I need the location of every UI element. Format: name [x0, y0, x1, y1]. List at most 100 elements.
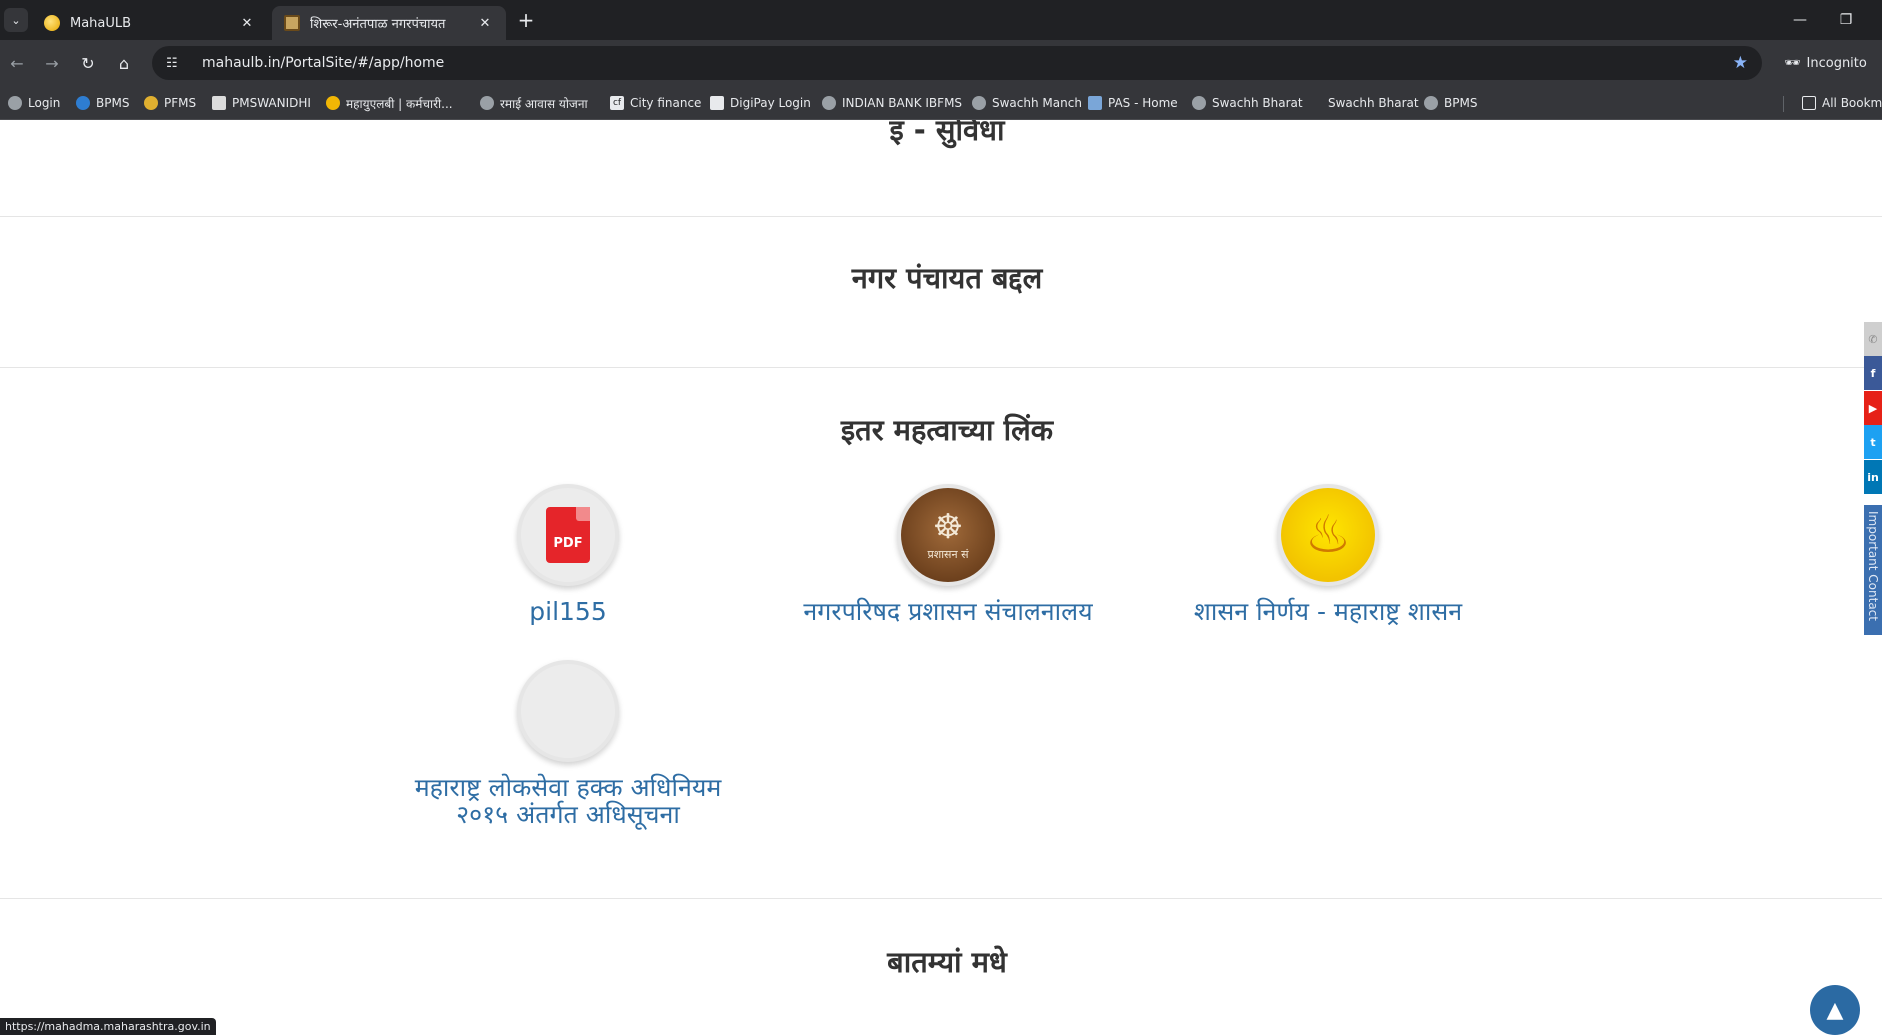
- bookmark-bpms-2[interactable]: BPMS: [1424, 94, 1477, 112]
- bookmark-label: रमाई आवास योजना: [500, 96, 588, 111]
- close-icon[interactable]: ✕: [238, 14, 256, 32]
- reload-button[interactable]: ↻: [76, 51, 100, 75]
- link-card-directorate-municipal-admin[interactable]: ☸ प्रशासन सं नगरपरिषद प्रशासन संचालनालय: [748, 484, 1148, 625]
- incognito-indicator[interactable]: 🕶 Incognito: [1776, 48, 1876, 78]
- link-status-bar: https://mahadma.maharashtra.gov.in: [0, 1018, 216, 1035]
- restore-button[interactable]: ❐: [1826, 8, 1866, 32]
- section-title-important-links: इतर महत्वाच्या लिंक: [840, 413, 1054, 447]
- tab-strip: ⌄ MahaULB ✕ शिरूर-अनंतपाळ नगरपंचायत ✕ + …: [0, 0, 1882, 40]
- blank-image-icon[interactable]: [517, 660, 619, 762]
- bookmark-swachh-manch[interactable]: Swachh Manch: [972, 94, 1082, 112]
- bookmark-ramai-awas[interactable]: रमाई आवास योजना: [480, 94, 588, 112]
- globe-icon: [822, 96, 836, 110]
- link-card-govt-resolutions[interactable]: ♨ शासन निर्णय - महाराष्ट्र शासन: [1128, 484, 1528, 625]
- bookmark-label: BPMS: [96, 96, 130, 110]
- site-info-icon[interactable]: ☷: [166, 56, 186, 71]
- linkedin-icon[interactable]: in: [1864, 460, 1882, 494]
- bookmark-digipay[interactable]: DigiPay Login: [710, 94, 811, 112]
- bookmark-label: Swachh Bharat: [1212, 96, 1303, 110]
- emblem-icon: [144, 96, 158, 110]
- globe-icon: [972, 96, 986, 110]
- bookmark-label: DigiPay Login: [730, 96, 811, 110]
- bookmark-mahaulb-staff[interactable]: महायुएलबी | कर्मचारी...: [326, 94, 453, 112]
- incognito-label: Incognito: [1806, 55, 1867, 71]
- section-title-news: बातम्यां मधे: [887, 945, 1007, 979]
- state-emblem-icon: ☸ प्रशासन सं: [901, 488, 995, 582]
- link-card-pil155[interactable]: PDF pil155: [408, 484, 728, 625]
- bookmark-label: City finance: [630, 96, 702, 110]
- bookmarks-bar: Login BPMS PFMS PMSWANIDHI महायुएलबी | क…: [0, 86, 1882, 120]
- tab-shirur-anantpal[interactable]: शिरूर-अनंतपाळ नगरपंचायत ✕: [272, 6, 506, 40]
- minimize-button[interactable]: —: [1780, 8, 1820, 32]
- cf-icon: cf: [610, 96, 624, 110]
- lion-capital-glyph: ☸: [932, 506, 964, 547]
- pdf-icon-text: PDF: [553, 536, 583, 551]
- bookmark-indian-bank[interactable]: INDIAN BANK IBFMS: [822, 94, 962, 112]
- link-icon-circle[interactable]: ☸ प्रशासन सं: [897, 484, 999, 586]
- globe-icon: [76, 96, 90, 110]
- bookmark-label: BPMS: [1444, 96, 1478, 110]
- lamp-icon: ♨: [1281, 488, 1375, 582]
- globe-icon: [480, 96, 494, 110]
- bookmark-pmswanidhi[interactable]: PMSWANIDHI: [212, 94, 311, 112]
- page-content: इ - सुविधा नगर पंचायत बद्दल इतर महत्वाच्…: [0, 120, 1882, 1035]
- bookmark-label: PAS - Home: [1108, 96, 1178, 110]
- section-title-eservices: इ - सुविधा: [889, 120, 1005, 147]
- chevron-up-icon: ▲: [1826, 997, 1844, 1023]
- twitter-icon[interactable]: t: [1864, 425, 1882, 459]
- site-seal-icon: [284, 15, 300, 31]
- link-icon-circle[interactable]: PDF: [517, 484, 619, 586]
- bookmark-bpms[interactable]: BPMS: [76, 94, 129, 112]
- coin-icon: [326, 96, 340, 110]
- globe-icon: [1192, 96, 1206, 110]
- link-label[interactable]: महाराष्ट्र लोकसेवा हक्क अधिनियम २०१५ अंत…: [398, 774, 738, 828]
- bookmark-label: Swachh Bharat: [1328, 96, 1419, 110]
- address-text: mahaulb.in/PortalSite/#/app/home: [202, 55, 445, 71]
- home-button[interactable]: ⌂: [112, 51, 136, 75]
- pdf-icon: PDF: [546, 507, 590, 563]
- coin-icon: [44, 15, 60, 31]
- folder-icon: [1802, 96, 1816, 110]
- bookmark-swachh-bharat-2[interactable]: Swachh Bharat: [1308, 94, 1419, 112]
- incognito-icon: 🕶: [1784, 55, 1801, 71]
- digipay-icon: [710, 96, 724, 110]
- section-divider: [0, 898, 1882, 899]
- close-icon[interactable]: ✕: [476, 14, 494, 32]
- new-tab-button[interactable]: +: [514, 8, 538, 32]
- important-contact-tab[interactable]: Important Contact: [1864, 505, 1882, 635]
- link-label[interactable]: शासन निर्णय - महाराष्ट्र शासन: [1128, 598, 1528, 625]
- phone-icon[interactable]: ✆: [1864, 322, 1882, 356]
- bookmark-label: INDIAN BANK IBFMS: [842, 96, 963, 110]
- bookmark-pfms[interactable]: PFMS: [144, 94, 196, 112]
- tab-search-button[interactable]: ⌄: [4, 8, 28, 32]
- link-label[interactable]: नगरपरिषद प्रशासन संचालनालय: [748, 598, 1148, 625]
- link-label[interactable]: pil155: [408, 598, 728, 625]
- address-bar[interactable]: ☷ mahaulb.in/PortalSite/#/app/home ★: [152, 46, 1762, 80]
- pm-icon: [212, 96, 226, 110]
- bookmark-label: Login: [28, 96, 61, 110]
- bookmark-label: महायुएलबी | कर्मचारी...: [346, 96, 453, 111]
- bookmark-pas-home[interactable]: PAS - Home: [1088, 94, 1178, 112]
- all-bookmarks[interactable]: All Bookma: [1802, 94, 1882, 112]
- facebook-icon[interactable]: f: [1864, 356, 1882, 390]
- back-button[interactable]: ←: [5, 51, 29, 75]
- tab-mahaulb[interactable]: MahaULB ✕: [32, 6, 268, 40]
- scroll-to-top-button[interactable]: ▲: [1810, 985, 1860, 1035]
- bookmark-login[interactable]: Login: [8, 94, 60, 112]
- bookmark-city-finance[interactable]: cf City finance: [610, 94, 701, 112]
- bookmark-star-icon[interactable]: ★: [1733, 53, 1748, 73]
- tab-title: शिरूर-अनंतपाळ नगरपंचायत: [310, 17, 446, 32]
- section-title-about: नगर पंचायत बद्दल: [851, 261, 1043, 295]
- link-icon-circle[interactable]: ♨: [1277, 484, 1379, 586]
- bookmarks-divider: [1783, 96, 1784, 112]
- pas-icon: [1088, 96, 1102, 110]
- globe-icon: [1424, 96, 1438, 110]
- bookmark-label: All Bookma: [1822, 96, 1882, 110]
- forward-button[interactable]: →: [40, 51, 64, 75]
- link-card-public-services-act[interactable]: महाराष्ट्र लोकसेवा हक्क अधिनियम २०१५ अंत…: [398, 660, 738, 828]
- youtube-icon[interactable]: ▶: [1864, 391, 1882, 425]
- tab-title: MahaULB: [70, 15, 132, 31]
- bookmark-label: PMSWANIDHI: [232, 96, 311, 110]
- browser-toolbar: ← → ↻ ⌂ ☷ mahaulb.in/PortalSite/#/app/ho…: [0, 40, 1882, 86]
- bookmark-swachh-bharat[interactable]: Swachh Bharat: [1192, 94, 1303, 112]
